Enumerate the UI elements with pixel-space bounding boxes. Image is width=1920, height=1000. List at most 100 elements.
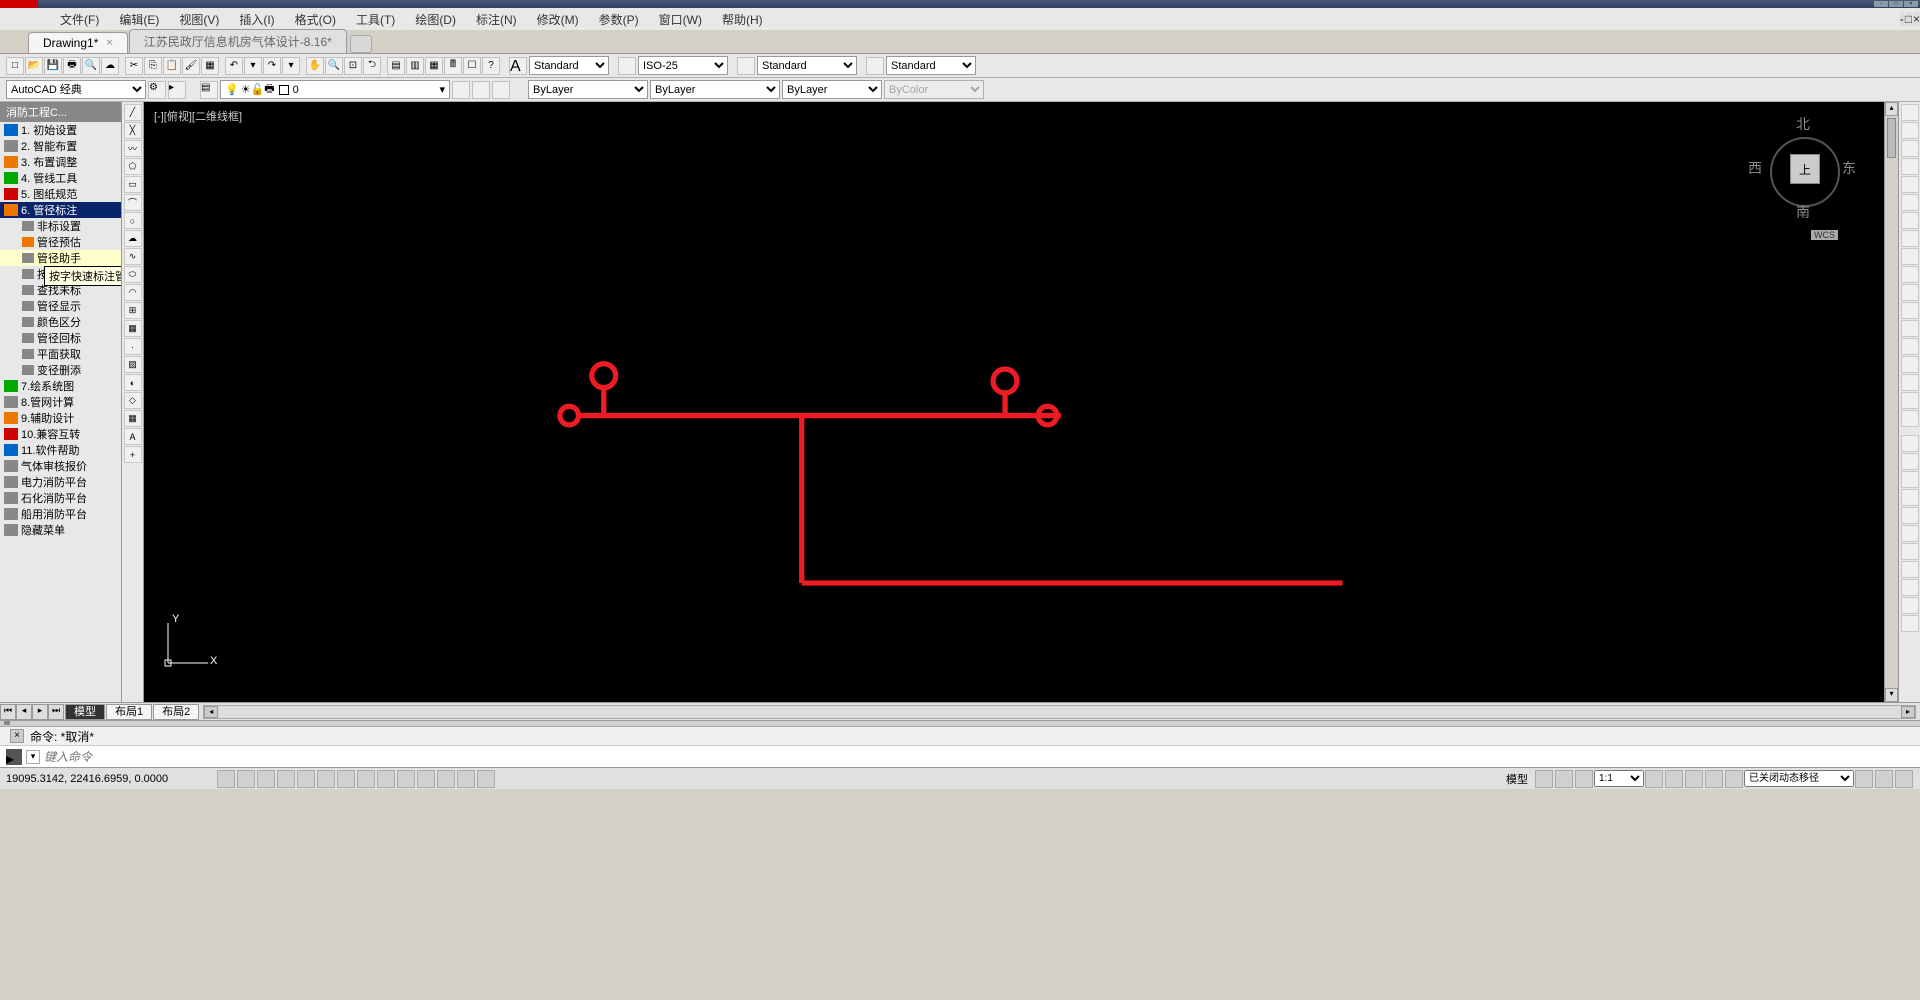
- join-icon[interactable]: [1901, 338, 1919, 355]
- workspace-switch-icon[interactable]: ▸: [168, 81, 186, 99]
- wcs-label[interactable]: WCS: [1811, 230, 1838, 240]
- cmd-grip[interactable]: [4, 721, 10, 725]
- palette-item-2[interactable]: 2. 智能布置: [0, 138, 121, 154]
- palette-sub-8[interactable]: 平面获取: [0, 346, 121, 362]
- revcloud-icon[interactable]: ☁: [124, 230, 142, 247]
- tool-palette-icon[interactable]: ▦: [425, 57, 443, 75]
- menu-help[interactable]: 帮助(H): [712, 9, 773, 30]
- palette-ext-1[interactable]: 电力消防平台: [0, 474, 121, 490]
- palette-sub-9[interactable]: 变径删添: [0, 362, 121, 378]
- layer-manager-icon[interactable]: ▤: [200, 81, 218, 99]
- chamfer-icon[interactable]: [1901, 356, 1919, 373]
- tab-first-icon[interactable]: ⏮: [0, 704, 16, 720]
- print-icon[interactable]: 🖶: [63, 57, 81, 75]
- viewcube-east[interactable]: 东: [1842, 158, 1856, 178]
- table-style-select[interactable]: Standard: [757, 56, 857, 75]
- zoom-win-icon[interactable]: ⊡: [344, 57, 362, 75]
- scroll-down-icon[interactable]: ▾: [1885, 688, 1898, 702]
- menu-dimension[interactable]: 标注(N): [466, 9, 527, 30]
- viewcube-west[interactable]: 西: [1748, 158, 1762, 178]
- break-icon[interactable]: [1901, 320, 1919, 337]
- palette-item-6[interactable]: 6. 管径标注: [0, 202, 121, 218]
- palette-title[interactable]: 消防工程C...: [0, 102, 121, 122]
- dim-diameter-icon[interactable]: [1901, 543, 1919, 560]
- array-icon[interactable]: [1901, 176, 1919, 193]
- tab-last-icon[interactable]: ⏭: [48, 704, 64, 720]
- viewcube-top[interactable]: 上: [1790, 154, 1820, 184]
- pan-icon[interactable]: ✋: [306, 57, 324, 75]
- block-icon[interactable]: ▦: [201, 57, 219, 75]
- menu-parametric[interactable]: 参数(P): [589, 9, 649, 30]
- save-icon[interactable]: 💾: [44, 57, 62, 75]
- menu-window[interactable]: 窗口(W): [649, 9, 712, 30]
- cmd-prompt-icon[interactable]: ▸: [6, 749, 22, 765]
- palette-sub-7[interactable]: 管径回标: [0, 330, 121, 346]
- close-button[interactable]: ×: [1904, 1, 1918, 7]
- paste-icon[interactable]: 📋: [163, 57, 181, 75]
- palette-sub-6[interactable]: 颜色区分: [0, 314, 121, 330]
- trim-icon[interactable]: [1901, 266, 1919, 283]
- move-icon[interactable]: [1901, 194, 1919, 211]
- sheetset-icon[interactable]: ▥: [406, 57, 424, 75]
- explode-icon[interactable]: [1901, 410, 1919, 427]
- doc-restore[interactable]: □: [1905, 12, 1912, 26]
- dim-arc-icon[interactable]: [1901, 471, 1919, 488]
- zoom-prev-icon[interactable]: ⮌: [363, 57, 381, 75]
- palette-item-5[interactable]: 5. 图纸规范: [0, 186, 121, 202]
- palette-ext-0[interactable]: 气体审核报价: [0, 458, 121, 474]
- tab-next-icon[interactable]: ▸: [32, 704, 48, 720]
- insert-block-icon[interactable]: ⊞: [124, 302, 142, 319]
- menu-draw[interactable]: 绘图(D): [405, 9, 466, 30]
- palette-sub-1[interactable]: 管径预估: [0, 234, 121, 250]
- layer-state-icon[interactable]: [492, 81, 510, 99]
- redo-icon[interactable]: ↷: [263, 57, 281, 75]
- dim-jogged-icon[interactable]: [1901, 525, 1919, 542]
- region-icon[interactable]: ◇: [124, 392, 142, 409]
- vertical-scrollbar[interactable]: ▴ ▾: [1884, 102, 1898, 702]
- doc-close[interactable]: ×: [1913, 12, 1920, 26]
- palette-sub-2[interactable]: 管径助手: [0, 250, 121, 266]
- addsel-icon[interactable]: +: [124, 446, 142, 463]
- mirror-icon[interactable]: [1901, 140, 1919, 157]
- workspace-select[interactable]: AutoCAD 经典: [6, 80, 146, 99]
- stretch-icon[interactable]: [1901, 248, 1919, 265]
- hscroll-left-icon[interactable]: ◂: [204, 706, 218, 718]
- line-icon[interactable]: ╱: [124, 104, 142, 121]
- viewcube-north[interactable]: 北: [1796, 114, 1810, 134]
- scroll-thumb[interactable]: [1887, 118, 1896, 158]
- scale-icon[interactable]: [1901, 230, 1919, 247]
- rectangle-icon[interactable]: ▭: [124, 176, 142, 193]
- undo-dd-icon[interactable]: ▾: [244, 57, 262, 75]
- menu-view[interactable]: 视图(V): [169, 9, 229, 30]
- dim-radius-icon[interactable]: [1901, 507, 1919, 524]
- cmd-close-icon[interactable]: ×: [10, 729, 24, 743]
- color-select[interactable]: ByLayer: [528, 80, 648, 99]
- preview-icon[interactable]: 🔍: [82, 57, 100, 75]
- open-icon[interactable]: 📂: [25, 57, 43, 75]
- palette-tail-4[interactable]: 11.软件帮助: [0, 442, 121, 458]
- dim-style-icon[interactable]: [618, 57, 636, 75]
- linetype-select[interactable]: ByLayer: [650, 80, 780, 99]
- palette-tail-3[interactable]: 10.兼容互转: [0, 426, 121, 442]
- copy-obj-icon[interactable]: [1901, 122, 1919, 139]
- maximize-button[interactable]: □: [1889, 1, 1903, 7]
- blend-icon[interactable]: [1901, 392, 1919, 409]
- app-icon[interactable]: [0, 0, 38, 8]
- zoom-rt-icon[interactable]: 🔍: [325, 57, 343, 75]
- palette-item-3[interactable]: 3. 布置调整: [0, 154, 121, 170]
- pline-icon[interactable]: 〰: [124, 140, 142, 157]
- doc-minimize[interactable]: -: [1900, 12, 1904, 26]
- drawing-canvas[interactable]: [-][俯视][二维线框] Y X: [144, 102, 1898, 702]
- layer-match-icon[interactable]: [452, 81, 470, 99]
- extend-icon[interactable]: [1901, 284, 1919, 301]
- palette-item-4[interactable]: 4. 管线工具: [0, 170, 121, 186]
- horizontal-scrollbar[interactable]: ◂ ▸: [203, 705, 1916, 719]
- new-icon[interactable]: □: [6, 57, 24, 75]
- xline-icon[interactable]: ╳: [124, 122, 142, 139]
- ml-style-icon[interactable]: [866, 57, 884, 75]
- markup-icon[interactable]: ☐: [463, 57, 481, 75]
- rotate-icon[interactable]: [1901, 212, 1919, 229]
- gradient-icon[interactable]: ◐: [124, 374, 142, 391]
- menu-format[interactable]: 格式(O): [285, 9, 346, 30]
- ml-style-select[interactable]: Standard: [886, 56, 976, 75]
